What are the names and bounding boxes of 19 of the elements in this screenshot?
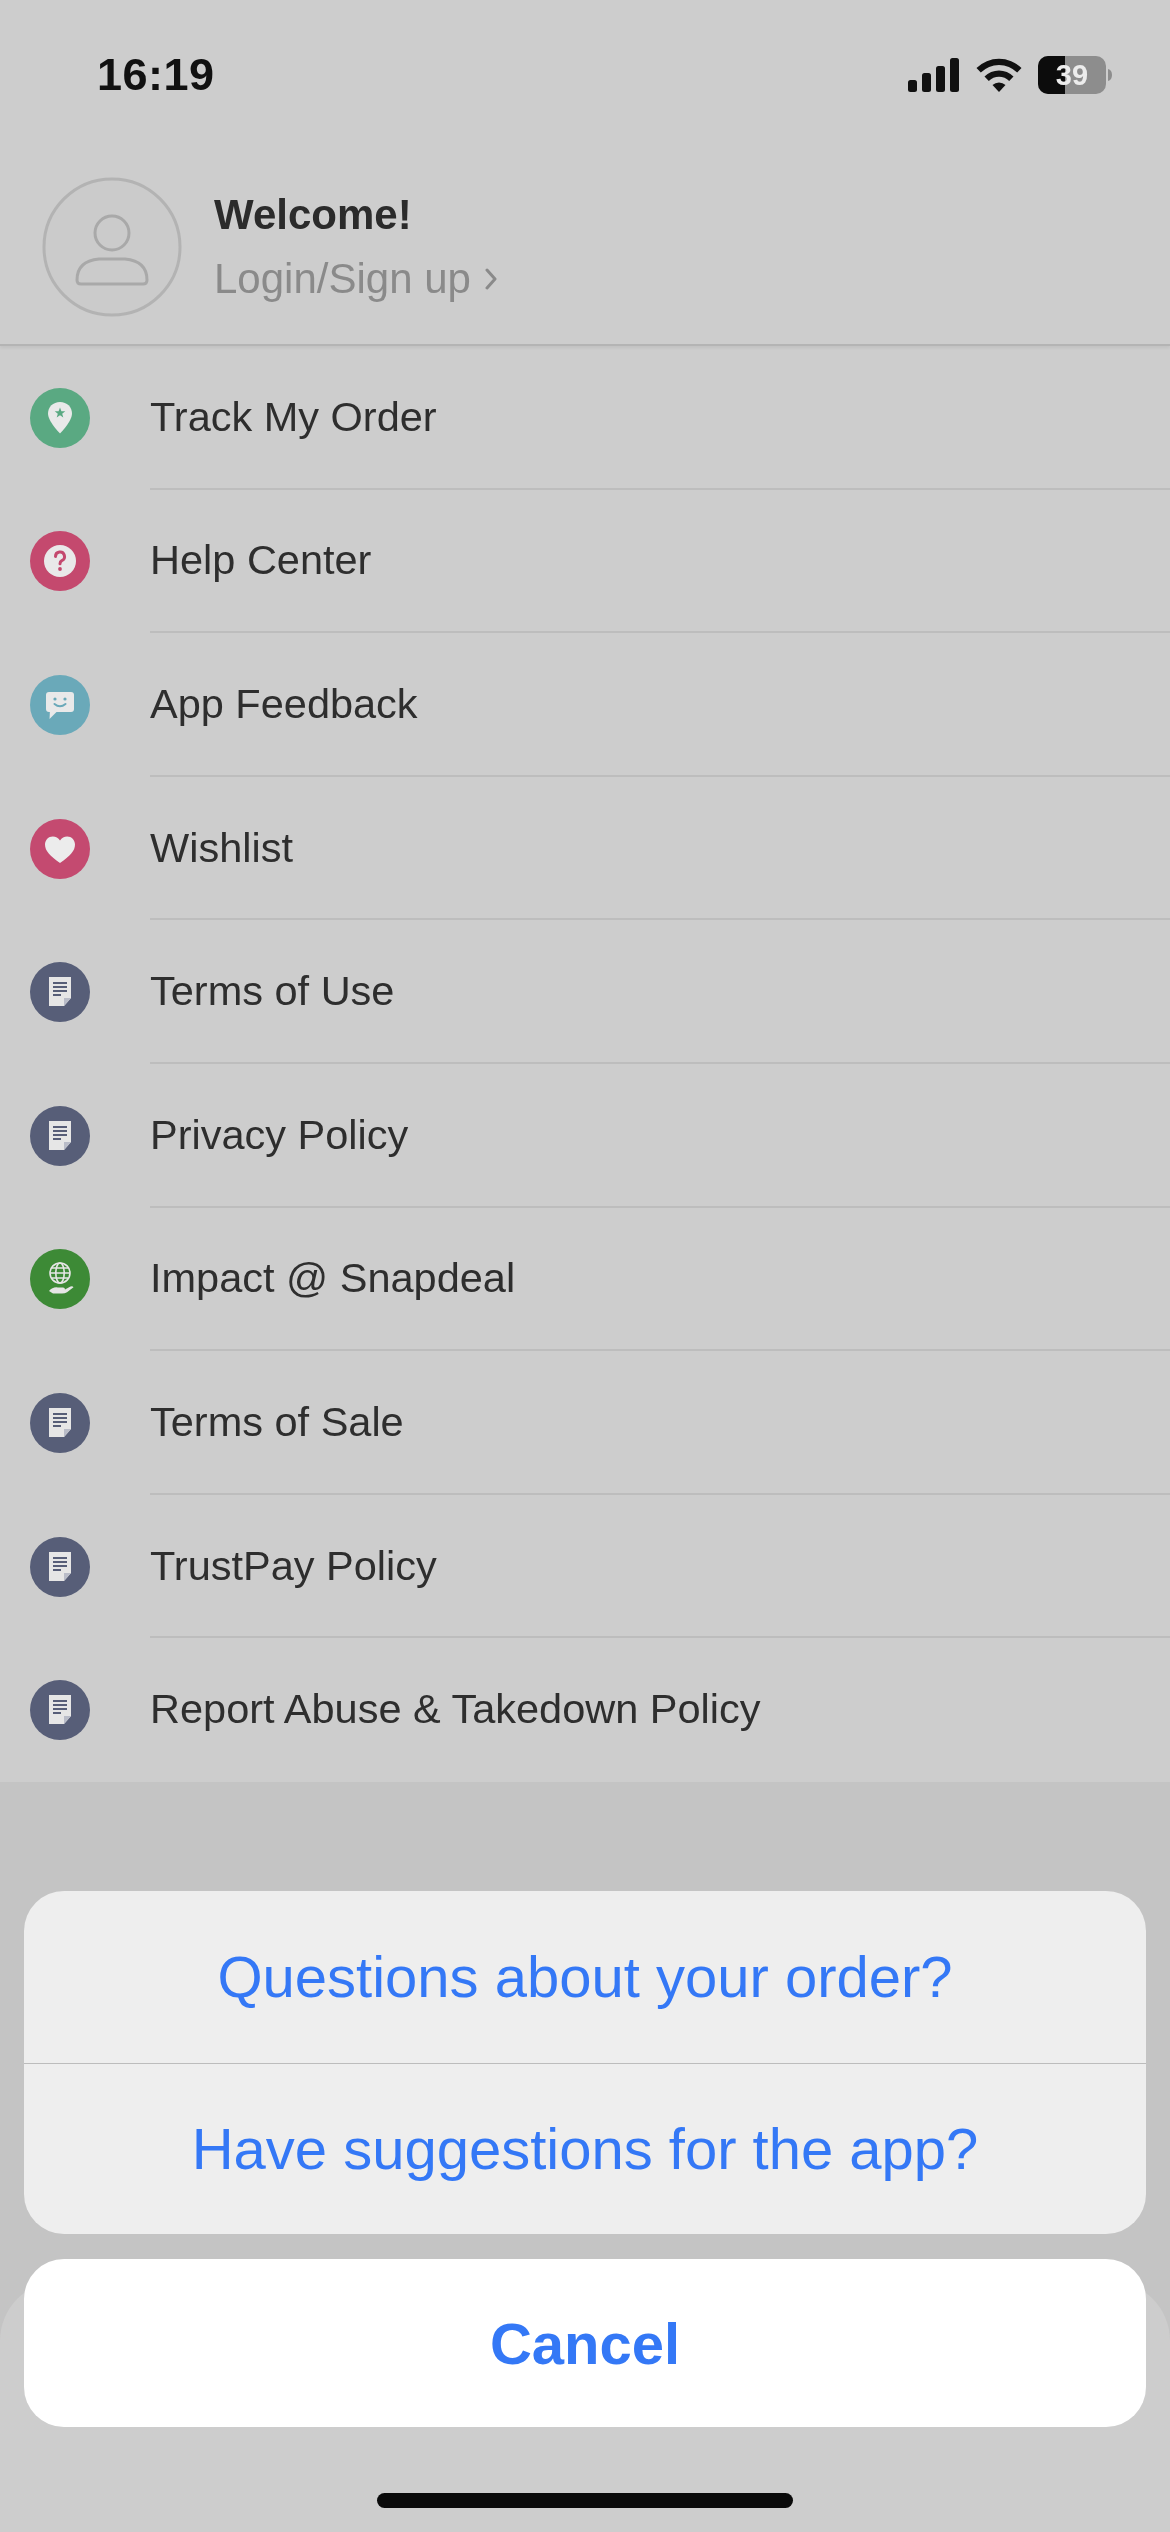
menu-item[interactable]: Report Abuse & Takedown Policy bbox=[0, 1638, 1170, 1782]
menu-item[interactable]: Help Center bbox=[0, 489, 1170, 634]
menu-item[interactable]: Terms of Use bbox=[0, 920, 1170, 1064]
welcome-title: Welcome! bbox=[214, 190, 413, 239]
menu-item[interactable]: Impact @ Snapdeal bbox=[0, 1207, 1170, 1352]
status-time: 16:19 bbox=[97, 49, 215, 101]
menu-item[interactable]: TrustPay Policy bbox=[0, 1494, 1170, 1639]
menu-item[interactable]: Terms of Sale bbox=[0, 1351, 1170, 1495]
chevron-icon bbox=[484, 268, 497, 291]
menu-item[interactable]: Wishlist bbox=[0, 776, 1170, 921]
signal-icon bbox=[908, 58, 960, 92]
cancel-button[interactable]: Cancel bbox=[24, 2259, 1146, 2427]
wifi-icon bbox=[976, 58, 1022, 92]
avatar-icon bbox=[42, 177, 182, 317]
menu-item[interactable]: Privacy Policy bbox=[0, 1063, 1170, 1208]
menu-item[interactable]: Track My Order bbox=[0, 346, 1170, 490]
action-sheet-option[interactable]: Have suggestions for the app? bbox=[24, 2062, 1146, 2234]
action-sheet-option[interactable]: Questions about your order? bbox=[24, 1891, 1146, 2063]
menu-item[interactable]: App Feedback bbox=[0, 633, 1170, 777]
